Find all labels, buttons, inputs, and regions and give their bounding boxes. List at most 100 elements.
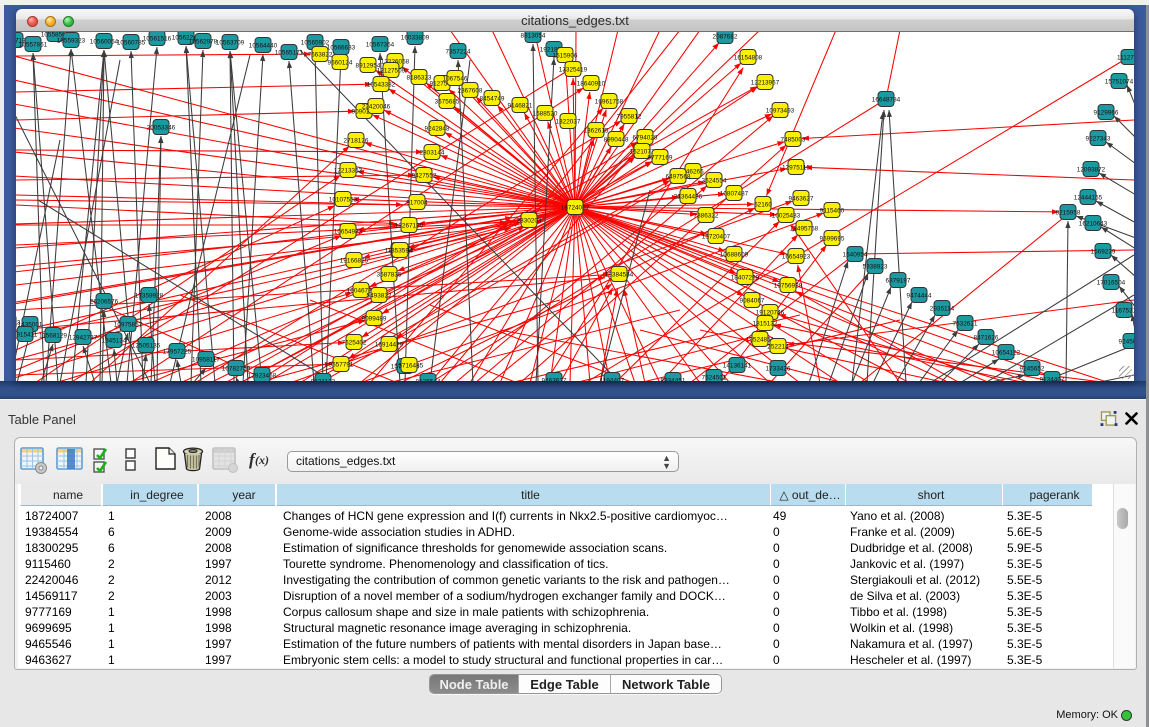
svg-text:22420046: 22420046 [362, 103, 391, 110]
svg-text:2367608: 2367608 [458, 87, 483, 94]
svg-text:10782759: 10782759 [222, 365, 251, 372]
svg-text:9463627: 9463627 [542, 377, 567, 381]
svg-text:8990448: 8990448 [604, 136, 629, 143]
svg-text:8912954: 8912954 [356, 62, 381, 69]
svg-text:14136141: 14136141 [723, 362, 752, 369]
svg-text:8215958: 8215958 [1056, 209, 1081, 216]
svg-text:12975115: 12975115 [782, 164, 810, 171]
svg-text:15720407: 15720407 [702, 233, 731, 240]
svg-text:10559323: 10559323 [57, 37, 86, 44]
svg-text:9121133: 9121133 [311, 378, 336, 381]
svg-text:8454749: 8454749 [480, 95, 505, 102]
svg-text:8125544: 8125544 [416, 378, 441, 381]
svg-text:10807487: 10807487 [720, 190, 749, 197]
svg-text:16154808: 16154808 [734, 54, 763, 61]
svg-text:15716485: 15716485 [395, 362, 424, 369]
svg-text:7663822: 7663822 [308, 51, 333, 58]
svg-text:10565902: 10565902 [301, 39, 330, 46]
svg-text:10654983: 10654983 [334, 228, 363, 235]
svg-text:1353594: 1353594 [388, 247, 413, 254]
svg-text:16648784: 16648784 [872, 96, 901, 103]
svg-text:19384554: 19384554 [605, 271, 634, 278]
svg-text:2330203: 2330203 [517, 217, 542, 224]
svg-text:17359928: 17359928 [135, 292, 164, 299]
svg-text:10973493: 10973493 [766, 107, 795, 114]
svg-text:3624554: 3624554 [702, 177, 727, 184]
svg-text:12213363: 12213363 [334, 167, 363, 174]
svg-text:10688609: 10688609 [720, 251, 749, 258]
svg-text:3675685: 3675685 [435, 98, 460, 105]
svg-text:7485003: 7485003 [781, 136, 806, 143]
svg-text:15751074: 15751074 [1105, 78, 1134, 85]
svg-text:252214: 252214 [767, 343, 789, 350]
svg-text:18724007: 18724007 [561, 204, 590, 211]
svg-text:1733426: 1733426 [766, 365, 791, 372]
svg-text:7632621: 7632621 [953, 320, 978, 327]
svg-text:9657791: 9657791 [329, 361, 354, 368]
svg-text:(x): (x) [255, 453, 269, 467]
svg-text:10543382: 10543382 [367, 81, 396, 88]
svg-text:9099489: 9099489 [362, 315, 387, 322]
svg-text:10565171: 10565171 [275, 49, 304, 56]
svg-text:12444155: 12444155 [1074, 194, 1103, 201]
svg-text:9660124: 9660124 [328, 59, 353, 66]
svg-text:10563709: 10563709 [216, 39, 245, 46]
svg-text:13267130: 13267130 [395, 222, 424, 229]
svg-text:1640954: 1640954 [843, 251, 868, 258]
svg-text:7625402: 7625402 [342, 339, 367, 346]
svg-text:19756928: 19756928 [774, 282, 803, 289]
svg-text:9227343: 9227343 [1086, 135, 1111, 142]
svg-text:9084067: 9084067 [740, 297, 765, 304]
svg-text:16914479: 16914479 [375, 341, 404, 348]
svg-text:10107553: 10107553 [329, 196, 358, 203]
svg-text:10958117: 10958117 [192, 356, 220, 363]
svg-text:9777169: 9777169 [648, 154, 673, 161]
svg-text:1569239: 1569239 [1091, 248, 1116, 255]
svg-text:16961758: 16961758 [595, 98, 624, 105]
svg-text:2803144: 2803144 [420, 149, 445, 156]
svg-text:10564440: 10564440 [249, 42, 278, 49]
svg-text:20053346: 20053346 [147, 124, 176, 131]
svg-text:10561516: 10561516 [143, 35, 172, 42]
svg-text:10562978: 10562978 [189, 38, 218, 45]
svg-text:10566633: 10566633 [327, 44, 356, 51]
svg-text:1167531: 1167531 [1112, 307, 1134, 314]
svg-text:1067546: 1067546 [443, 75, 468, 82]
svg-text:13495758: 13495758 [790, 225, 819, 232]
svg-text:17957225: 17957225 [163, 348, 192, 355]
svg-text:10567364: 10567364 [366, 41, 395, 48]
svg-text:13325419: 13325419 [559, 66, 588, 73]
svg-text:1588520: 1588520 [533, 110, 558, 117]
svg-text:1345134: 1345134 [102, 337, 127, 344]
svg-text:1194407: 1194407 [600, 377, 625, 381]
svg-text:10560785: 10560785 [117, 39, 146, 46]
svg-text:10557861: 10557861 [19, 41, 48, 48]
svg-text:18640910: 18640910 [577, 80, 606, 87]
svg-text:9915411: 9915411 [16, 331, 38, 338]
svg-text:5938923: 5938923 [863, 263, 888, 270]
svg-text:8186323: 8186323 [407, 74, 432, 81]
svg-text:1815132: 1815132 [753, 320, 778, 327]
svg-text:10560054: 10560054 [90, 38, 119, 45]
svg-text:9474444: 9474444 [907, 292, 932, 299]
svg-text:11568129: 11568129 [39, 332, 67, 339]
svg-text:16033809: 16033809 [401, 34, 430, 41]
svg-text:18407299: 18407299 [731, 274, 760, 281]
svg-text:9129966: 9129966 [1094, 109, 1119, 116]
svg-text:10025433: 10025433 [772, 212, 801, 219]
svg-text:8834451: 8834451 [661, 377, 686, 381]
svg-text:6794028: 6794028 [633, 134, 658, 141]
svg-text:26206576: 26206576 [90, 298, 119, 305]
svg-text:1515906: 1515906 [553, 52, 578, 59]
svg-text:12505135: 12505135 [132, 342, 161, 349]
svg-text:9699695: 9699695 [820, 235, 845, 242]
svg-text:7386322: 7386322 [694, 212, 719, 219]
svg-text:9242848: 9242848 [425, 125, 450, 132]
svg-text:12093872: 12093872 [1077, 166, 1106, 173]
svg-text:10654122: 10654122 [992, 349, 1021, 356]
svg-text:1112744: 1112744 [1117, 54, 1134, 61]
svg-text:12942737: 12942737 [69, 334, 98, 341]
svg-text:10975857: 10975857 [114, 321, 143, 328]
svg-text:6879197: 6879197 [886, 277, 911, 284]
svg-text:7955812: 7955812 [617, 113, 642, 120]
